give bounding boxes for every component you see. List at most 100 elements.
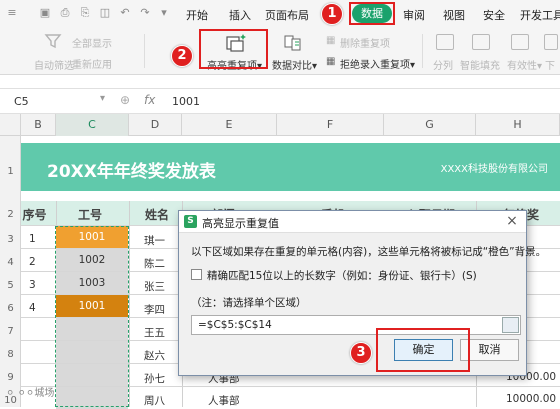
sheet-title: 20XX年年终奖发放表 <box>47 162 216 182</box>
data-compare-button[interactable]: 数据对比▾ <box>272 57 317 72</box>
more-icon[interactable]: ▾ <box>157 6 171 19</box>
highlight-box-ok-button <box>376 328 470 372</box>
header-seq: 序号 <box>22 208 47 222</box>
chevron-down-icon: ▾ <box>410 60 416 71</box>
zoom-icon[interactable]: ⊕ <box>120 93 130 107</box>
cell-name[interactable]: 孙七 <box>144 371 165 386</box>
range-select-icon[interactable] <box>502 317 519 333</box>
row-header[interactable]: 9 <box>0 372 21 383</box>
column-headers: B C D E F G H <box>0 114 560 136</box>
select-all-corner[interactable] <box>0 114 21 136</box>
menu-bar: ≡ ▣ ⎙ ⎘ ◫ ↶ ↷ ▾ 开始 插入 页面布局 数据 审阅 视图 安全 开… <box>0 0 560 26</box>
tab-review[interactable]: 审阅 <box>403 7 425 23</box>
cell-name[interactable]: 陈二 <box>144 256 165 271</box>
cell-seq[interactable]: 4 <box>29 302 36 314</box>
tab-insert[interactable]: 插入 <box>229 7 251 23</box>
cell-bonus[interactable]: 10000.00 <box>506 393 556 405</box>
highlight-box-duplicates-button <box>199 29 268 69</box>
selected-range <box>55 226 129 407</box>
open-icon[interactable]: ⎙ <box>58 6 72 19</box>
column-header[interactable]: D <box>129 114 182 136</box>
reapply-button[interactable]: 重新应用 <box>72 56 112 71</box>
cell-name[interactable]: 王五 <box>144 325 165 340</box>
column-header[interactable]: B <box>21 114 56 136</box>
cell-seq[interactable]: 2 <box>29 256 36 268</box>
row-header[interactable]: 4 <box>0 257 21 268</box>
ribbon: ≡ ▣ ⎙ ⎘ ◫ ↶ ↷ ▾ 开始 插入 页面布局 数据 审阅 视图 安全 开… <box>0 0 560 75</box>
delete-duplicates-button[interactable]: 删除重复项 <box>340 35 390 50</box>
grid-line <box>129 201 130 407</box>
tab-view[interactable]: 视图 <box>443 7 465 23</box>
split-columns-button[interactable]: 分列 <box>433 57 453 72</box>
function-icon[interactable]: fx <box>144 93 155 107</box>
undo-icon[interactable]: ↶ <box>118 6 132 19</box>
validity-icon <box>511 34 529 50</box>
menu-icon[interactable]: ≡ <box>5 6 19 19</box>
cell-name[interactable]: 赵六 <box>144 348 165 363</box>
dropdown-list-icon <box>544 34 558 50</box>
dialog-note: （注：请选择单个区域） <box>191 297 307 309</box>
row-header[interactable]: 6 <box>0 303 21 314</box>
print-icon[interactable]: ⎘ <box>78 6 92 19</box>
dialog-titlebar[interactable]: S 高亮显示重复值 × <box>179 211 526 233</box>
redo-icon[interactable]: ↷ <box>138 6 152 19</box>
dialog-description: 以下区域如果存在重复的单元格(内容)，这些单元格将被标记成“橙色”背景。 <box>191 246 547 258</box>
cell-name[interactable]: 周八 <box>144 393 165 408</box>
row-header[interactable]: 3 <box>0 234 21 245</box>
range-value: =$C$5:$C$14 <box>198 319 272 331</box>
cell-name[interactable]: 李四 <box>144 302 165 317</box>
reject-duplicates-label: 拒绝录入重复项 <box>340 60 410 71</box>
validity-button[interactable]: 有效性▾ <box>507 57 542 72</box>
long-number-checkbox[interactable] <box>191 269 202 280</box>
tab-developer[interactable]: 开发工具 <box>520 7 560 23</box>
column-header[interactable]: C <box>56 114 129 136</box>
smart-fill-button[interactable]: 智能填充 <box>460 57 500 72</box>
cell-name[interactable]: 琪一 <box>144 233 165 248</box>
filter-icon <box>44 32 62 49</box>
dropdown-list-button[interactable]: 下 <box>545 57 555 72</box>
divider <box>422 34 423 68</box>
chevron-down-icon: ▾ <box>537 61 543 72</box>
row-header[interactable]: 8 <box>0 349 21 360</box>
step-3-marker: 3 <box>350 342 372 364</box>
row-header[interactable]: 5 <box>0 280 21 291</box>
close-icon[interactable]: × <box>504 213 520 229</box>
auto-filter-button[interactable]: 自动筛选 <box>34 57 74 72</box>
formula-input[interactable]: 1001 <box>172 95 200 108</box>
cell-dept[interactable]: 人事部 <box>208 393 240 408</box>
reject-duplicates-button[interactable]: 拒绝录入重复项▾ <box>340 56 415 71</box>
step-2-marker: 2 <box>171 45 193 67</box>
row-header[interactable]: 7 <box>0 326 21 337</box>
column-header[interactable]: E <box>182 114 277 136</box>
show-all-button[interactable]: 全部显示 <box>72 35 112 50</box>
range-input[interactable]: =$C$5:$C$14 <box>191 315 521 335</box>
cell-seq[interactable]: 3 <box>29 279 36 291</box>
tab-page-layout[interactable]: 页面布局 <box>265 7 309 23</box>
save-icon[interactable]: ▣ <box>38 6 52 19</box>
divider <box>144 34 145 68</box>
row-header[interactable]: 1 <box>0 166 21 177</box>
name-box[interactable]: C5 <box>14 95 29 108</box>
chevron-down-icon: ▾ <box>312 61 318 72</box>
highlight-box-data-tab <box>349 2 395 25</box>
header-name: 姓名 <box>145 208 170 222</box>
tab-home[interactable]: 开始 <box>186 7 208 23</box>
split-columns-icon <box>436 34 454 50</box>
header-id: 工号 <box>78 208 103 222</box>
formula-bar: C5 ▾ ⊕ fx 1001 <box>0 88 560 114</box>
step-1-marker: 1 <box>321 3 343 25</box>
reject-duplicates-icon: ▦ <box>326 56 336 67</box>
tab-security[interactable]: 安全 <box>483 7 505 23</box>
delete-duplicates-icon: ▦ <box>326 35 336 46</box>
column-header[interactable]: G <box>384 114 476 136</box>
checkbox-label[interactable]: 精确匹配15位以上的长数字（例如：身份证、银行卡）(S) <box>207 268 477 283</box>
cell-name[interactable]: 张三 <box>144 279 165 294</box>
preview-icon[interactable]: ◫ <box>98 6 112 19</box>
chevron-down-icon[interactable]: ▾ <box>100 93 105 104</box>
column-header[interactable]: F <box>277 114 384 136</box>
validity-label: 有效性 <box>507 61 537 72</box>
row-headers: 1 2 3 4 5 6 7 8 9 10 <box>0 136 21 407</box>
sheet-banner: 20XX年年终奖发放表 XXXX科技股份有限公司 <box>21 143 560 191</box>
cell-seq[interactable]: 1 <box>29 233 36 245</box>
column-header[interactable]: H <box>476 114 560 136</box>
